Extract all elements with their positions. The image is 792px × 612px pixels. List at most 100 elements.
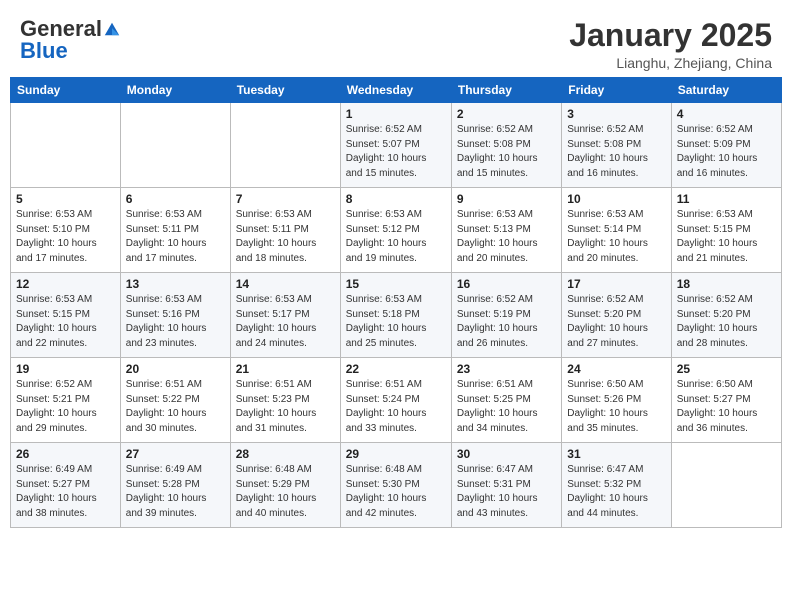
day-number: 5 xyxy=(16,192,115,206)
calendar-cell xyxy=(230,103,340,188)
day-info: Sunrise: 6:53 AM Sunset: 5:17 PM Dayligh… xyxy=(236,293,335,351)
calendar-cell: 30 Sunrise: 6:47 AM Sunset: 5:31 PM Dayli… xyxy=(451,443,561,528)
day-number: 16 xyxy=(457,277,556,291)
calendar-cell: 2 Sunrise: 6:52 AM Sunset: 5:08 PM Daylig… xyxy=(451,103,561,188)
day-info: Sunrise: 6:53 AM Sunset: 5:15 PM Dayligh… xyxy=(677,208,776,266)
day-number: 22 xyxy=(346,362,446,376)
calendar-cell: 15 Sunrise: 6:53 AM Sunset: 5:18 PM Dayli… xyxy=(340,273,451,358)
day-number: 12 xyxy=(16,277,115,291)
day-number: 8 xyxy=(346,192,446,206)
day-info: Sunrise: 6:53 AM Sunset: 5:18 PM Dayligh… xyxy=(346,293,446,351)
day-info: Sunrise: 6:49 AM Sunset: 5:28 PM Dayligh… xyxy=(126,463,225,521)
calendar-cell: 22Sunrise: 6:51 AM Sunset: 5:24 PM Dayli… xyxy=(340,358,451,443)
calendar-cell: 19 Sunrise: 6:52 AM Sunset: 5:21 PM Dayli… xyxy=(11,358,121,443)
day-number: 18 xyxy=(677,277,776,291)
day-number: 25 xyxy=(677,362,776,376)
calendar-cell: 31 Sunrise: 6:47 AM Sunset: 5:32 PM Dayli… xyxy=(562,443,671,528)
calendar-cell xyxy=(120,103,230,188)
day-number: 28 xyxy=(236,447,335,461)
calendar-cell: 5 Sunrise: 6:53 AM Sunset: 5:10 PM Daylig… xyxy=(11,188,121,273)
day-header-monday: Monday xyxy=(120,78,230,103)
calendar-cell xyxy=(11,103,121,188)
day-info: Sunrise: 6:53 AM Sunset: 5:13 PM Dayligh… xyxy=(457,208,556,266)
calendar-cell: 20Sunrise: 6:51 AM Sunset: 5:22 PM Dayli… xyxy=(120,358,230,443)
day-number: 27 xyxy=(126,447,225,461)
day-info: Sunrise: 6:51 AM Sunset: 5:23 PM Dayligh… xyxy=(236,378,335,436)
calendar-cell: 3 Sunrise: 6:52 AM Sunset: 5:08 PM Daylig… xyxy=(562,103,671,188)
day-header-wednesday: Wednesday xyxy=(340,78,451,103)
calendar-week-5: 26 Sunrise: 6:49 AM Sunset: 5:27 PM Dayli… xyxy=(11,443,782,528)
day-number: 9 xyxy=(457,192,556,206)
calendar-cell: 24 Sunrise: 6:50 AM Sunset: 5:26 PM Dayli… xyxy=(562,358,671,443)
day-info: Sunrise: 6:52 AM Sunset: 5:08 PM Dayligh… xyxy=(457,123,556,181)
calendar-cell: 11Sunrise: 6:53 AM Sunset: 5:15 PM Dayli… xyxy=(671,188,781,273)
calendar-header-row: SundayMondayTuesdayWednesdayThursdayFrid… xyxy=(11,78,782,103)
calendar-cell: 9 Sunrise: 6:53 AM Sunset: 5:13 PM Daylig… xyxy=(451,188,561,273)
day-info: Sunrise: 6:50 AM Sunset: 5:26 PM Dayligh… xyxy=(567,378,665,436)
day-header-tuesday: Tuesday xyxy=(230,78,340,103)
day-info: Sunrise: 6:53 AM Sunset: 5:10 PM Dayligh… xyxy=(16,208,115,266)
day-number: 24 xyxy=(567,362,665,376)
calendar-cell: 28 Sunrise: 6:48 AM Sunset: 5:29 PM Dayli… xyxy=(230,443,340,528)
day-number: 13 xyxy=(126,277,225,291)
day-number: 15 xyxy=(346,277,446,291)
calendar-cell: 16Sunrise: 6:52 AM Sunset: 5:19 PM Dayli… xyxy=(451,273,561,358)
location-title: Lianghu, Zhejiang, China xyxy=(569,55,772,71)
calendar-cell xyxy=(671,443,781,528)
day-number: 20 xyxy=(126,362,225,376)
day-number: 2 xyxy=(457,107,556,121)
day-info: Sunrise: 6:52 AM Sunset: 5:09 PM Dayligh… xyxy=(677,123,776,181)
calendar-table: SundayMondayTuesdayWednesdayThursdayFrid… xyxy=(10,77,782,528)
day-info: Sunrise: 6:52 AM Sunset: 5:21 PM Dayligh… xyxy=(16,378,115,436)
calendar-cell: 14 Sunrise: 6:53 AM Sunset: 5:17 PM Dayli… xyxy=(230,273,340,358)
calendar-cell: 8 Sunrise: 6:53 AM Sunset: 5:12 PM Daylig… xyxy=(340,188,451,273)
day-number: 6 xyxy=(126,192,225,206)
day-info: Sunrise: 6:49 AM Sunset: 5:27 PM Dayligh… xyxy=(16,463,115,521)
day-number: 31 xyxy=(567,447,665,461)
calendar-week-3: 12 Sunrise: 6:53 AM Sunset: 5:15 PM Dayli… xyxy=(11,273,782,358)
day-number: 30 xyxy=(457,447,556,461)
day-number: 14 xyxy=(236,277,335,291)
title-block: January 2025 Lianghu, Zhejiang, China xyxy=(569,18,772,71)
calendar-cell: 29 Sunrise: 6:48 AM Sunset: 5:30 PM Dayli… xyxy=(340,443,451,528)
calendar-cell: 26 Sunrise: 6:49 AM Sunset: 5:27 PM Dayli… xyxy=(11,443,121,528)
day-number: 3 xyxy=(567,107,665,121)
calendar-cell: 21Sunrise: 6:51 AM Sunset: 5:23 PM Dayli… xyxy=(230,358,340,443)
calendar-cell: 1Sunrise: 6:52 AM Sunset: 5:07 PM Daylig… xyxy=(340,103,451,188)
day-info: Sunrise: 6:48 AM Sunset: 5:30 PM Dayligh… xyxy=(346,463,446,521)
day-number: 10 xyxy=(567,192,665,206)
day-info: Sunrise: 6:52 AM Sunset: 5:20 PM Dayligh… xyxy=(567,293,665,351)
day-number: 29 xyxy=(346,447,446,461)
calendar-cell: 12 Sunrise: 6:53 AM Sunset: 5:15 PM Dayli… xyxy=(11,273,121,358)
day-number: 17 xyxy=(567,277,665,291)
calendar-week-2: 5 Sunrise: 6:53 AM Sunset: 5:10 PM Daylig… xyxy=(11,188,782,273)
logo-icon xyxy=(103,20,121,38)
calendar-week-1: 1Sunrise: 6:52 AM Sunset: 5:07 PM Daylig… xyxy=(11,103,782,188)
calendar-cell: 4 Sunrise: 6:52 AM Sunset: 5:09 PM Daylig… xyxy=(671,103,781,188)
calendar-week-4: 19 Sunrise: 6:52 AM Sunset: 5:21 PM Dayli… xyxy=(11,358,782,443)
day-info: Sunrise: 6:48 AM Sunset: 5:29 PM Dayligh… xyxy=(236,463,335,521)
logo: General Blue xyxy=(20,18,121,62)
calendar-cell: 18Sunrise: 6:52 AM Sunset: 5:20 PM Dayli… xyxy=(671,273,781,358)
day-info: Sunrise: 6:47 AM Sunset: 5:32 PM Dayligh… xyxy=(567,463,665,521)
calendar-cell: 13Sunrise: 6:53 AM Sunset: 5:16 PM Dayli… xyxy=(120,273,230,358)
calendar-cell: 27 Sunrise: 6:49 AM Sunset: 5:28 PM Dayli… xyxy=(120,443,230,528)
day-number: 19 xyxy=(16,362,115,376)
logo-general-text: General xyxy=(20,18,102,40)
day-info: Sunrise: 6:53 AM Sunset: 5:15 PM Dayligh… xyxy=(16,293,115,351)
header: General Blue January 2025 Lianghu, Zheji… xyxy=(10,10,782,77)
calendar-cell: 10Sunrise: 6:53 AM Sunset: 5:14 PM Dayli… xyxy=(562,188,671,273)
day-info: Sunrise: 6:52 AM Sunset: 5:08 PM Dayligh… xyxy=(567,123,665,181)
day-header-friday: Friday xyxy=(562,78,671,103)
day-info: Sunrise: 6:53 AM Sunset: 5:12 PM Dayligh… xyxy=(346,208,446,266)
day-number: 4 xyxy=(677,107,776,121)
day-header-saturday: Saturday xyxy=(671,78,781,103)
day-number: 7 xyxy=(236,192,335,206)
day-number: 26 xyxy=(16,447,115,461)
day-info: Sunrise: 6:52 AM Sunset: 5:07 PM Dayligh… xyxy=(346,123,446,181)
calendar-cell: 23Sunrise: 6:51 AM Sunset: 5:25 PM Dayli… xyxy=(451,358,561,443)
calendar-cell: 17 Sunrise: 6:52 AM Sunset: 5:20 PM Dayli… xyxy=(562,273,671,358)
day-info: Sunrise: 6:51 AM Sunset: 5:25 PM Dayligh… xyxy=(457,378,556,436)
month-title: January 2025 xyxy=(569,18,772,53)
day-info: Sunrise: 6:47 AM Sunset: 5:31 PM Dayligh… xyxy=(457,463,556,521)
